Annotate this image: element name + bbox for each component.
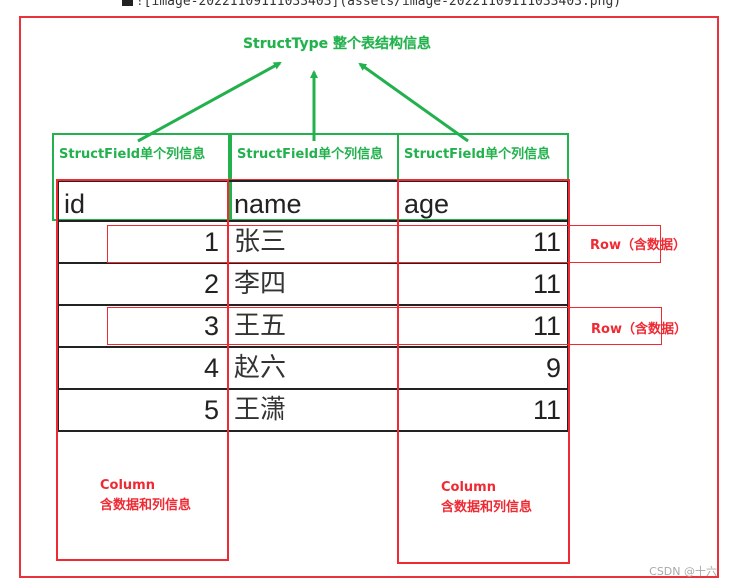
column-annotation-title: Column xyxy=(441,480,496,495)
structfield-label: StructField单个列信息 xyxy=(404,147,551,162)
column-annotation-title: Column xyxy=(100,478,155,493)
arrow-left xyxy=(137,61,282,143)
cell-name: 李四 xyxy=(229,264,399,304)
column-annotation-id: Column 含数据和列信息 xyxy=(100,476,191,516)
row-box-1 xyxy=(107,225,661,263)
column-annotation-age: Column 含数据和列信息 xyxy=(441,478,532,518)
header-red-edge xyxy=(227,179,399,221)
watermark: CSDN @十六 xyxy=(649,565,717,578)
row-box-3 xyxy=(107,307,662,345)
arrow-right xyxy=(358,62,469,143)
cell-name: 赵六 xyxy=(229,348,399,388)
row-annotation: Row（含数据） xyxy=(591,322,687,337)
column-annotation-desc: 含数据和列信息 xyxy=(441,500,533,515)
structfield-label: StructField单个列信息 xyxy=(59,147,206,162)
cell-name: 王潇 xyxy=(229,390,399,430)
structfield-label: StructField单个列信息 xyxy=(237,147,384,162)
row-annotation: Row（含数据） xyxy=(590,238,686,253)
column-annotation-desc: 含数据和列信息 xyxy=(100,498,192,513)
